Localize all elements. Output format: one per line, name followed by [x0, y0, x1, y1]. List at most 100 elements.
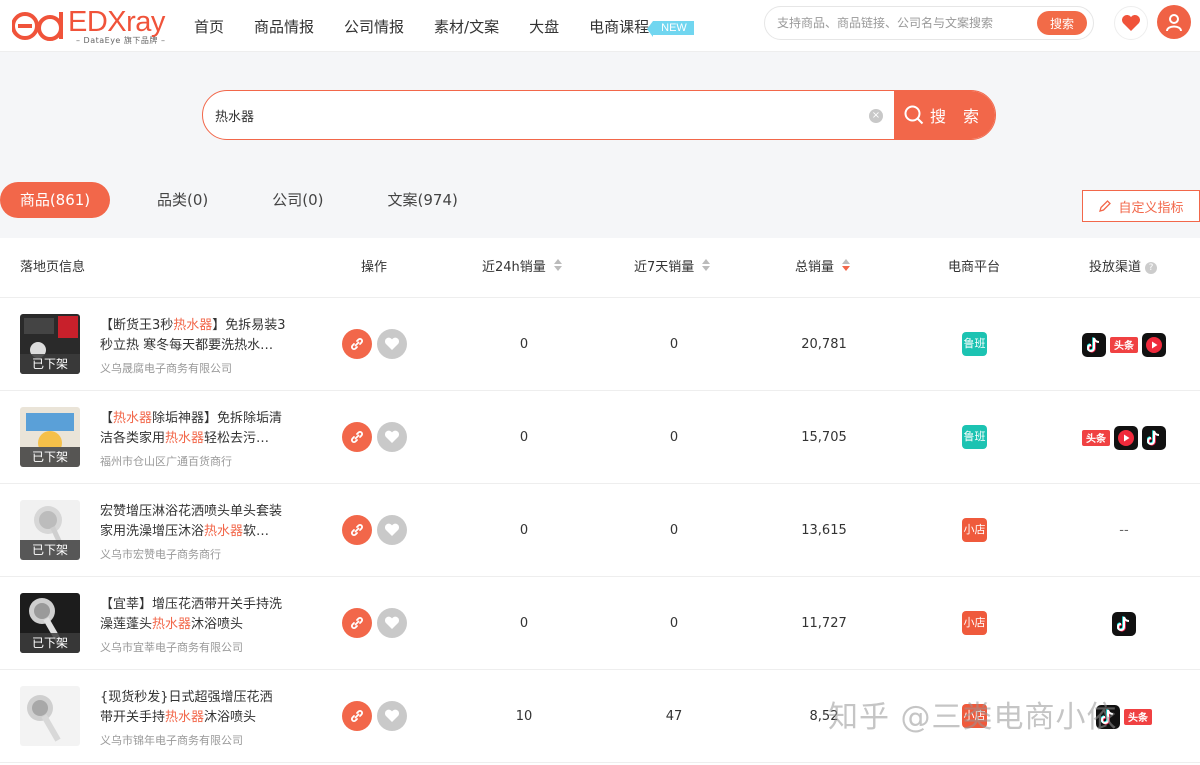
help-icon[interactable]: ? — [1145, 262, 1158, 274]
sort-desc-icon[interactable] — [842, 259, 851, 273]
product-title[interactable]: {现货秒发}日式超强增压花洒 带开关手持热水器沐浴喷头 — [100, 688, 286, 728]
pencil-icon — [1099, 200, 1112, 212]
open-link-button[interactable] — [342, 515, 372, 545]
table-row[interactable]: 已下架 【断货王3秒热水器】免拆易装3秒立热 寒冬每天都要洗热水… 义乌晟腐电子… — [0, 298, 1200, 391]
main-search-input[interactable] — [215, 91, 855, 139]
link-icon — [351, 431, 363, 443]
channel-tiktok[interactable] — [1082, 332, 1106, 357]
col-total-sales[interactable]: 总销量 — [795, 238, 851, 298]
channel-xigua[interactable] — [1142, 332, 1166, 357]
favorite-button[interactable] — [377, 422, 407, 452]
open-link-button[interactable] — [342, 701, 372, 731]
total-sales: 15,705 — [801, 430, 847, 445]
col-sales-7d[interactable]: 近7天销量 — [634, 238, 711, 298]
nav-courses[interactable]: 电商课程 NEW — [589, 16, 694, 37]
product-thumbnail[interactable]: 已下架 — [20, 500, 80, 560]
channel-tiktok[interactable] — [1142, 425, 1166, 450]
favorite-button[interactable] — [377, 608, 407, 638]
favorite-button[interactable] — [377, 515, 407, 545]
company-name[interactable]: 福州市仓山区广通百货商行 — [100, 453, 290, 469]
nav-home[interactable]: 首页 — [194, 16, 224, 37]
delisted-badge: 已下架 — [20, 540, 80, 560]
channel-xigua[interactable] — [1114, 425, 1138, 450]
open-link-button[interactable] — [342, 608, 372, 638]
table-row[interactable]: 已下架 宏赞增压淋浴花洒喷头单头套装家用洗澡增压沐浴热水器软… 义乌市宏赞电子商… — [0, 484, 1200, 577]
top-search-input[interactable] — [777, 7, 1029, 39]
total-sales: 13,615 — [801, 523, 847, 538]
sort-icon[interactable] — [702, 259, 711, 273]
company-name[interactable]: 义乌市锦年电子商务有限公司 — [100, 732, 290, 748]
favorite-button[interactable] — [377, 701, 407, 731]
heart-icon — [384, 430, 400, 443]
table-row[interactable]: 已下架 【热水器除垢神器】免拆除垢清洁各类家用热水器轻松去污… 福州市仓山区广通… — [0, 391, 1200, 484]
main-search-button[interactable]: 搜 索 — [894, 91, 995, 139]
title-text: 沐浴喷头 — [204, 710, 257, 725]
heart-icon — [384, 523, 400, 536]
user-icon — [1166, 14, 1182, 32]
company-name[interactable]: 义乌晟腐电子商务有限公司 — [100, 360, 290, 376]
platform-badge: 鲁班 — [962, 425, 987, 449]
product-thumbnail[interactable]: 已下架 — [20, 407, 80, 467]
nav-materials[interactable]: 素材/文案 — [434, 16, 499, 37]
open-link-button[interactable] — [342, 422, 372, 452]
top-search-button[interactable]: 搜索 — [1037, 11, 1087, 35]
sort-icon[interactable] — [553, 259, 562, 273]
product-title[interactable]: 宏赞增压淋浴花洒喷头单头套装家用洗澡增压沐浴热水器软… — [100, 502, 286, 542]
heart-icon — [384, 337, 400, 350]
nav-company-intel[interactable]: 公司情报 — [344, 16, 404, 37]
toutiao-icon: 头条 — [1124, 708, 1152, 725]
product-thumbnail[interactable]: 已下架 — [20, 314, 80, 374]
channel-list: 头条 — [1064, 298, 1184, 391]
keyword-highlight: 热水器 — [165, 431, 205, 446]
col-sales-24h[interactable]: 近24h销量 — [482, 238, 562, 298]
nav-market[interactable]: 大盘 — [529, 16, 559, 37]
custom-metric-button[interactable]: 自定义指标 — [1082, 190, 1200, 222]
link-icon — [351, 617, 363, 629]
keyword-highlight: 热水器 — [152, 617, 192, 632]
product-title[interactable]: 【断货王3秒热水器】免拆易装3秒立热 寒冬每天都要洗热水… — [100, 316, 286, 356]
table-header: 落地页信息 操作 近24h销量 近7天销量 总销量 电商平台 投放渠道? — [0, 238, 1200, 298]
nav-product-intel[interactable]: 商品情报 — [254, 16, 314, 37]
title-text: 【 — [100, 411, 114, 426]
new-badge: NEW — [647, 20, 694, 37]
open-link-button[interactable] — [342, 329, 372, 359]
total-sales: 20,781 — [801, 337, 847, 352]
sales-7d: 0 — [669, 523, 679, 538]
channel-toutiao[interactable]: 头条 — [1110, 332, 1138, 357]
sales-24h: 0 — [519, 430, 529, 445]
title-text: 沐浴喷头 — [191, 617, 244, 632]
svg-text:头条: 头条 — [1114, 339, 1135, 352]
result-tabs: 商品(861) 品类(0) 公司(0) 文案(974) — [0, 182, 478, 218]
tab-companies[interactable]: 公司(0) — [252, 182, 343, 218]
watermark: 知乎 @三类电商小依 — [828, 700, 1118, 735]
link-icon — [351, 710, 363, 722]
company-name[interactable]: 义乌市宜莘电子商务有限公司 — [100, 639, 290, 655]
user-avatar-button[interactable] — [1157, 5, 1191, 39]
channel-list — [1064, 577, 1184, 670]
tab-categories[interactable]: 品类(0) — [137, 182, 228, 218]
product-title[interactable]: 【宜莘】增压花洒带开关手持洗澡莲蓬头热水器沐浴喷头 — [100, 595, 286, 635]
table-row[interactable]: 已下架 【宜莘】增压花洒带开关手持洗澡莲蓬头热水器沐浴喷头 义乌市宜莘电子商务有… — [0, 577, 1200, 670]
favorite-button[interactable] — [377, 329, 407, 359]
tab-copywriting[interactable]: 文案(974) — [368, 182, 478, 218]
douyin-icon — [1087, 336, 1100, 353]
platform-badge: 鲁班 — [962, 332, 987, 356]
product-thumbnail[interactable]: 已下架 — [20, 593, 80, 653]
company-name[interactable]: 义乌市宏赞电子商务商行 — [100, 546, 290, 562]
channel-toutiao[interactable]: 头条 — [1124, 704, 1152, 729]
product-title[interactable]: 【热水器除垢神器】免拆除垢清洁各类家用热水器轻松去污… — [100, 409, 286, 449]
platform-badge: 小店 — [962, 611, 987, 635]
channel-toutiao[interactable]: 头条 — [1082, 425, 1110, 450]
product-thumbnail[interactable] — [20, 686, 80, 746]
clear-search-icon[interactable]: × — [869, 109, 883, 123]
col-sales-24h-label: 近24h销量 — [482, 260, 546, 275]
tab-products[interactable]: 商品(861) — [0, 182, 110, 218]
main-nav: 首页 商品情报 公司情报 素材/文案 大盘 电商课程 NEW — [194, 0, 694, 52]
xigua-video-icon — [1146, 336, 1162, 353]
link-icon — [351, 338, 363, 350]
favorites-button[interactable] — [1114, 6, 1148, 40]
channel-tiktok[interactable] — [1112, 611, 1136, 636]
heart-icon — [384, 709, 400, 722]
brand-logo[interactable]: EDXray – DataEye 旗下品牌 – — [12, 4, 172, 48]
no-channel: -- — [1119, 523, 1129, 538]
